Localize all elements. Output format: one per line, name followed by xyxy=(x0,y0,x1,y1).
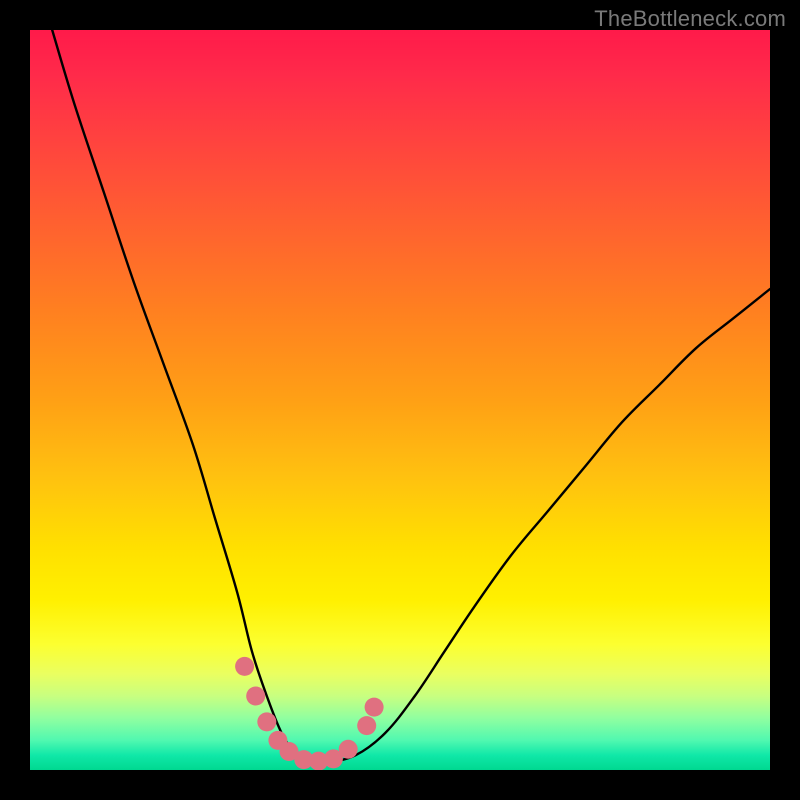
highlight-dot xyxy=(357,716,376,735)
highlight-dot xyxy=(339,740,358,759)
highlight-dot xyxy=(257,712,276,731)
bottleneck-curve xyxy=(52,30,770,764)
watermark-label: TheBottleneck.com xyxy=(594,6,786,32)
chart-frame: TheBottleneck.com xyxy=(0,0,800,800)
highlight-dot xyxy=(246,687,265,706)
highlight-dot xyxy=(365,698,384,717)
highlight-dot xyxy=(235,657,254,676)
curve-svg xyxy=(30,30,770,770)
plot-area xyxy=(30,30,770,770)
